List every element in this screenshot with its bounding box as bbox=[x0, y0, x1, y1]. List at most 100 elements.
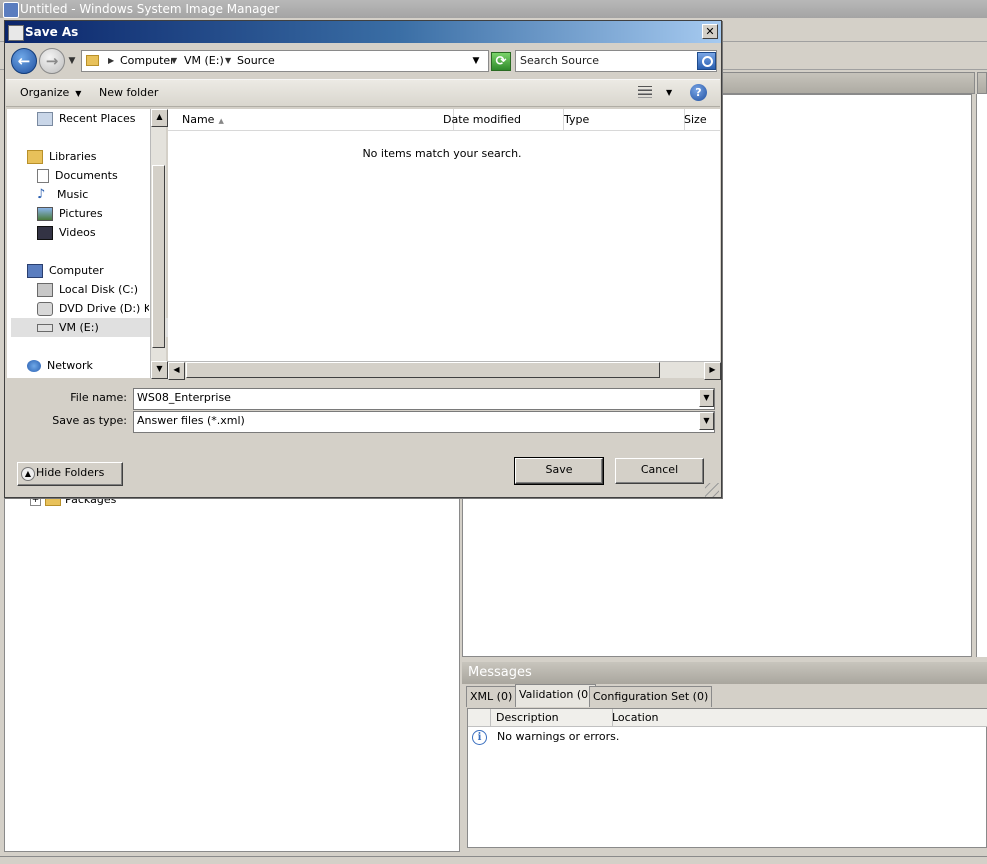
dialog-title-bar[interactable]: Save As bbox=[5, 21, 721, 43]
back-button[interactable]: ← bbox=[11, 48, 37, 74]
scroll-up-icon[interactable]: ▲ bbox=[151, 109, 168, 127]
file-list[interactable]: Name ▲ Date modified Type Size No items m… bbox=[168, 109, 721, 380]
network-icon bbox=[27, 360, 41, 372]
nav-item-pictures[interactable]: Pictures bbox=[37, 204, 149, 223]
app-title-bar: Untitled - Windows System Image Manager bbox=[0, 0, 987, 18]
command-bar: Organize ▼ New folder ▼ ? bbox=[6, 79, 720, 107]
chevron-down-icon[interactable]: ▼ bbox=[699, 389, 714, 407]
navigation-pane: Recent Places Libraries Documents ♪ Music… bbox=[7, 109, 175, 379]
nav-item-documents[interactable]: Documents bbox=[37, 166, 149, 185]
tab-xml[interactable]: XML (0) bbox=[466, 686, 517, 707]
nav-item-videos[interactable]: Videos bbox=[37, 223, 149, 242]
table-row[interactable]: i No warnings or errors. bbox=[472, 729, 619, 745]
info-icon: i bbox=[472, 729, 487, 745]
breadcrumb-vm-e[interactable]: VM (E:) bbox=[184, 51, 224, 71]
column-type[interactable]: Type bbox=[559, 109, 685, 131]
libraries-icon bbox=[27, 150, 43, 164]
column-name-label: Name bbox=[182, 113, 215, 126]
recent-locations-button[interactable]: ▼ bbox=[67, 54, 77, 68]
file-name-label: File name: bbox=[70, 391, 127, 404]
back-arrow-icon: ← bbox=[17, 52, 31, 70]
save-as-type-label: Save as type: bbox=[52, 414, 127, 427]
nav-item-label: Documents bbox=[55, 169, 118, 182]
message-text: No warnings or errors. bbox=[497, 730, 620, 743]
sort-ascending-icon: ▲ bbox=[218, 117, 224, 125]
scroll-thumb[interactable] bbox=[186, 362, 660, 378]
dvd-drive-icon bbox=[37, 302, 53, 316]
search-icon[interactable] bbox=[697, 52, 716, 70]
music-icon: ♪ bbox=[37, 187, 46, 202]
search-box[interactable]: Search Source bbox=[515, 50, 717, 72]
save-button[interactable]: Save bbox=[514, 457, 604, 485]
nav-item-label: Network bbox=[47, 359, 93, 372]
breadcrumb-source[interactable]: Source bbox=[237, 51, 275, 71]
forward-button[interactable]: → bbox=[39, 48, 65, 74]
column-name[interactable]: Name ▲ bbox=[168, 109, 454, 131]
column-size[interactable]: Size bbox=[679, 109, 725, 131]
hide-folders-label: Hide Folders bbox=[36, 466, 105, 479]
pictures-icon bbox=[37, 207, 53, 221]
computer-icon bbox=[27, 264, 43, 278]
messages-table-header: Description Location bbox=[468, 709, 987, 727]
right-pane-header bbox=[977, 72, 987, 94]
nav-item-libraries[interactable]: Libraries bbox=[27, 147, 149, 166]
chevron-right-icon[interactable]: ▶ bbox=[108, 51, 114, 71]
nav-item-local-disk[interactable]: Local Disk (C:) bbox=[37, 280, 149, 299]
nav-item-recent-places[interactable]: Recent Places bbox=[37, 109, 149, 128]
nav-item-label: VM (E:) bbox=[59, 321, 99, 334]
chevron-down-icon[interactable]: ▼ bbox=[225, 51, 231, 71]
address-bar[interactable]: ▶ Computer ▼ VM (E:) ▼ Source ▼ bbox=[81, 50, 489, 72]
hide-folders-button[interactable]: ▲ Hide Folders bbox=[17, 462, 123, 486]
cancel-button[interactable]: Cancel bbox=[615, 458, 704, 484]
messages-header: Messages bbox=[462, 662, 987, 684]
chevron-down-icon[interactable]: ▼ bbox=[699, 412, 714, 430]
refresh-button[interactable]: ⟳ bbox=[491, 52, 511, 71]
nav-item-dvd-drive[interactable]: DVD Drive (D:) KRM bbox=[37, 299, 149, 318]
nav-item-label: Videos bbox=[59, 226, 96, 239]
nav-item-label: Music bbox=[57, 188, 89, 201]
new-folder-button[interactable]: New folder bbox=[99, 80, 158, 106]
tab-configuration-set[interactable]: Configuration Set (0) bbox=[589, 686, 713, 707]
videos-icon bbox=[37, 226, 53, 240]
breadcrumb-computer[interactable]: Computer bbox=[120, 51, 175, 71]
organize-button[interactable]: Organize ▼ bbox=[20, 80, 81, 106]
nav-item-music[interactable]: ♪ Music bbox=[37, 185, 149, 204]
horizontal-scrollbar[interactable]: ◀ ▶ bbox=[168, 361, 721, 380]
column-description[interactable]: Description bbox=[490, 709, 613, 727]
folder-icon bbox=[86, 55, 99, 66]
close-button[interactable]: ✕ bbox=[702, 24, 718, 39]
views-dropdown-icon[interactable]: ▼ bbox=[666, 80, 672, 106]
messages-title: Messages bbox=[468, 665, 532, 680]
dialog-icon bbox=[8, 25, 24, 41]
tab-validation[interactable]: Validation (0) bbox=[515, 684, 597, 707]
chevron-down-icon[interactable]: ▼ bbox=[171, 51, 177, 71]
dialog-title: Save As bbox=[25, 25, 79, 39]
scroll-right-icon[interactable]: ▶ bbox=[704, 362, 721, 380]
file-name-field[interactable]: WS08_Enterprise ▼ bbox=[133, 388, 715, 410]
column-location[interactable]: Location bbox=[606, 709, 987, 727]
scroll-left-icon[interactable]: ◀ bbox=[168, 362, 185, 380]
recent-places-icon bbox=[37, 112, 53, 126]
messages-table: Description Location i No warnings or err… bbox=[467, 708, 987, 848]
file-name-input[interactable]: WS08_Enterprise bbox=[137, 389, 231, 407]
scroll-thumb[interactable] bbox=[152, 165, 165, 348]
nav-item-network[interactable]: Network bbox=[27, 356, 149, 375]
forward-arrow-icon: → bbox=[45, 52, 59, 70]
search-input[interactable]: Search Source bbox=[520, 51, 690, 71]
local-disk-icon bbox=[37, 283, 53, 297]
app-status-bar bbox=[0, 856, 987, 864]
scroll-down-icon[interactable]: ▼ bbox=[151, 361, 168, 379]
nav-item-computer[interactable]: Computer bbox=[27, 261, 149, 280]
app-icon bbox=[3, 2, 19, 18]
app-title: Untitled - Windows System Image Manager bbox=[20, 2, 280, 16]
save-as-type-select[interactable]: Answer files (*.xml) ▼ bbox=[133, 411, 715, 433]
column-icon[interactable] bbox=[468, 709, 491, 727]
resize-grip[interactable] bbox=[705, 483, 719, 497]
address-dropdown-icon[interactable]: ▼ bbox=[466, 51, 486, 71]
nav-scrollbar[interactable]: ▲ ▼ bbox=[150, 109, 168, 379]
views-icon[interactable] bbox=[638, 86, 652, 98]
column-date-modified[interactable]: Date modified bbox=[439, 109, 564, 131]
file-list-header: Name ▲ Date modified Type Size bbox=[168, 109, 720, 131]
help-icon[interactable]: ? bbox=[690, 84, 707, 101]
chevron-down-icon: ▼ bbox=[75, 89, 82, 98]
